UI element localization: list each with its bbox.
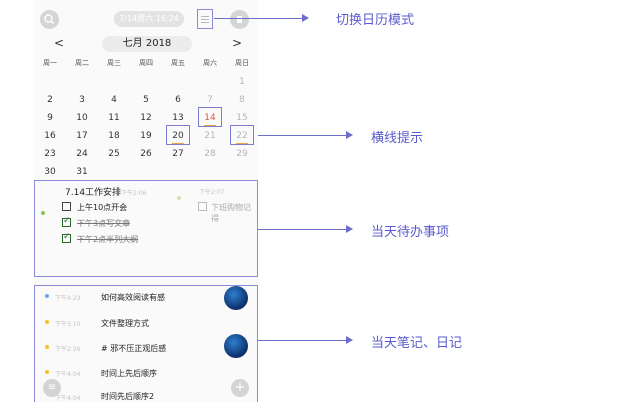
annotation-notes-diary: 当天笔记、日记	[371, 336, 463, 351]
note-dot	[45, 294, 49, 298]
month-label[interactable]: 七月 2018	[102, 36, 192, 52]
note-time: 下午4:04	[55, 371, 81, 378]
calendar-day[interactable]: 18	[102, 129, 126, 143]
weekday-label: 周日	[235, 59, 249, 67]
weekday-label: 周一	[43, 59, 57, 67]
day-mark-line	[236, 143, 248, 144]
calendar-day[interactable]: 16	[38, 129, 62, 143]
weekday-label: 周六	[203, 59, 217, 67]
calendar-day[interactable]: 4	[102, 93, 126, 107]
note-title[interactable]: 如何高效阅读有感	[101, 292, 165, 303]
prev-month-button[interactable]: <	[54, 36, 64, 50]
note-time: 下午3:10	[55, 321, 81, 328]
annotation-line	[258, 340, 348, 341]
note-dot	[45, 345, 49, 349]
note-time: 下午4:04	[55, 395, 81, 402]
list-icon[interactable]	[197, 9, 213, 29]
calendar-day[interactable]: 9	[38, 111, 62, 125]
calendar-day[interactable]: 26	[134, 147, 158, 161]
calendar-day[interactable]: 5	[134, 93, 158, 107]
today-tasks-panel: 7.14工作安排 下午2:06 下午2:07 上午10点开会 下班购物记得 下午…	[34, 180, 258, 277]
arrow-icon	[346, 336, 353, 344]
note-title[interactable]: # 邪不压正观后感	[101, 343, 166, 354]
calendar-day[interactable]: 11	[102, 111, 126, 125]
calendar-day[interactable]: 17	[70, 129, 94, 143]
menu-icon[interactable]: ≡	[43, 379, 61, 397]
calendar-day[interactable]: 28	[198, 147, 222, 161]
calendar-day[interactable]: 31	[70, 165, 94, 179]
calendar-day[interactable]: 12	[134, 111, 158, 125]
task-checkbox-checked[interactable]	[62, 216, 71, 227]
calendar-day[interactable]: 6	[166, 93, 190, 107]
annotation-line-hint: 横线提示	[371, 131, 424, 146]
marked-day-box	[166, 125, 190, 145]
note-dot	[45, 320, 49, 324]
calendar-day[interactable]: 8	[230, 93, 254, 107]
calendar-day[interactable]: 1	[230, 75, 254, 89]
marked-day-box	[230, 125, 254, 145]
note-title[interactable]: 文件整理方式	[101, 318, 149, 329]
search-icon[interactable]	[40, 10, 59, 29]
side-task-time: 下午2:07	[199, 189, 225, 196]
status-dot	[41, 211, 45, 215]
weekday-header: 周一 周二 周三 周四 周五 周六 周日	[34, 58, 258, 70]
current-datetime: 7/14周六 16:24	[114, 11, 184, 27]
arrow-icon	[346, 225, 353, 233]
next-month-button[interactable]: >	[232, 36, 242, 50]
calendar-day[interactable]: 21	[198, 129, 222, 143]
note-title[interactable]: 时间先后顺序2	[101, 391, 154, 402]
app-screen: 7/14周六 16:24 < 七月 2018 > 周一 周二 周三 周四 周五 …	[34, 0, 258, 402]
note-time: 下午4:23	[55, 295, 81, 302]
task-item-done[interactable]: 下午3点写文章	[77, 218, 130, 229]
calendar-day[interactable]: 2	[38, 93, 62, 107]
calendar-day[interactable]: 3	[70, 93, 94, 107]
status-dot	[177, 196, 181, 200]
calendar-day[interactable]: 19	[134, 129, 158, 143]
task-item[interactable]: 下班购物记得	[211, 202, 257, 224]
calendar-day[interactable]: 7	[198, 93, 222, 107]
annotation-todo: 当天待办事项	[371, 225, 450, 240]
plus-icon[interactable]: +	[231, 379, 249, 397]
arrow-icon	[346, 131, 353, 139]
task-checkbox[interactable]	[198, 202, 207, 211]
calendar-day[interactable]: 24	[70, 147, 94, 161]
calendar-day[interactable]: 15	[230, 111, 254, 125]
today-notes-panel: 下午4:23 如何高效阅读有感 下午3:10 文件整理方式 下午2:26 # 邪…	[34, 285, 258, 402]
calendar-day[interactable]: 27	[166, 147, 190, 161]
annotation-line	[258, 229, 348, 230]
note-thumbnail[interactable]	[224, 334, 248, 358]
calendar-day[interactable]: 25	[102, 147, 126, 161]
task-item[interactable]: 上午10点开会	[77, 202, 127, 213]
annotation-line	[214, 18, 304, 19]
arrow-icon	[302, 14, 309, 22]
weekday-label: 周五	[171, 59, 185, 67]
selected-day-box	[198, 107, 222, 127]
note-thumbnail[interactable]	[224, 286, 248, 310]
task-list-title[interactable]: 7.14工作安排	[65, 185, 121, 198]
weekday-label: 周二	[75, 59, 89, 67]
calendar-day[interactable]: 10	[70, 111, 94, 125]
task-item-done[interactable]: 下午2点半列大纲	[77, 234, 138, 245]
note-dot	[45, 370, 49, 374]
day-mark-line	[172, 143, 184, 144]
task-checkbox-checked[interactable]	[62, 232, 71, 243]
trash-icon[interactable]	[230, 10, 249, 29]
task-checkbox[interactable]	[62, 202, 71, 211]
annotation-line	[258, 135, 348, 136]
weekday-label: 周四	[139, 59, 153, 67]
calendar-day[interactable]: 30	[38, 165, 62, 179]
weekday-label: 周三	[107, 59, 121, 67]
calendar-day[interactable]: 23	[38, 147, 62, 161]
calendar-day[interactable]: 13	[166, 111, 190, 125]
calendar-day[interactable]: 29	[230, 147, 254, 161]
note-title[interactable]: 时间上先后顺序	[101, 368, 157, 379]
task-list-time: 下午2:06	[121, 190, 147, 197]
note-time: 下午2:26	[55, 346, 81, 353]
annotation-switch-mode: 切换日历模式	[336, 13, 415, 28]
day-mark-line	[204, 125, 216, 126]
